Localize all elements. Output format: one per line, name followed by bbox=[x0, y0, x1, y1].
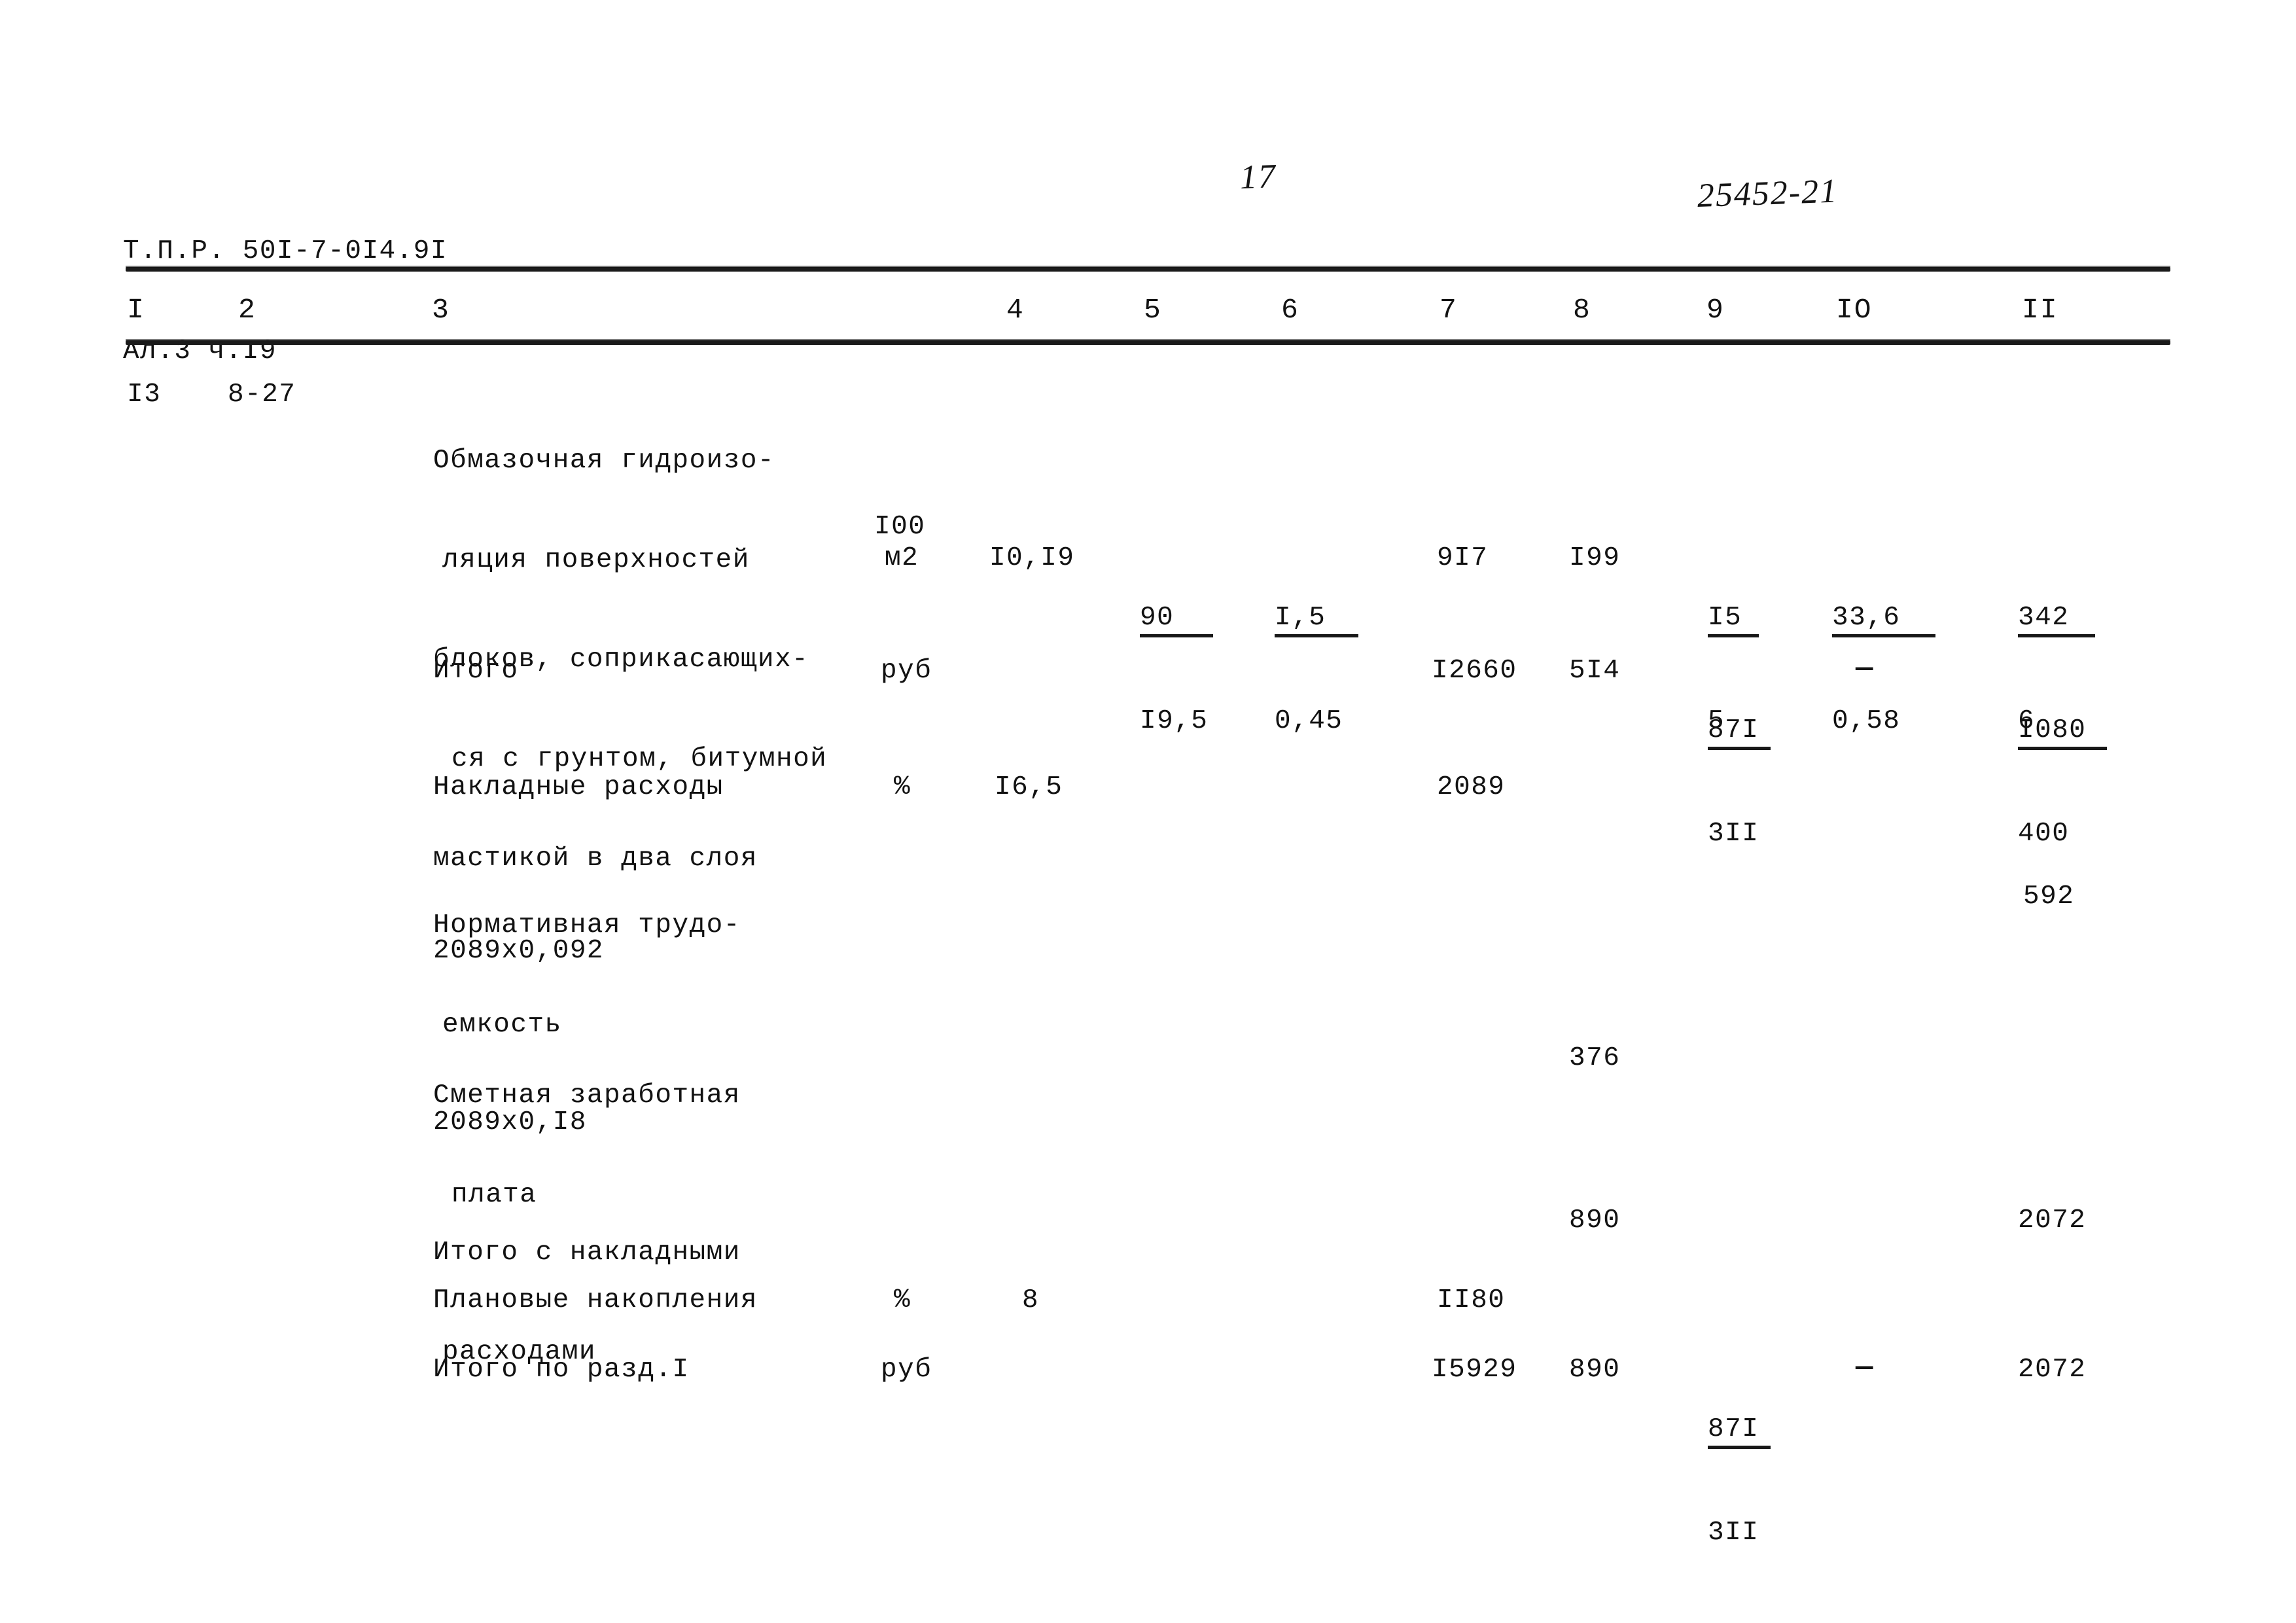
row-col8-value: I99 bbox=[1569, 543, 1621, 573]
row-col10-fraction: 33,6 0,58 bbox=[1832, 538, 1935, 802]
total-with-overheads-col8: 890 bbox=[1569, 1205, 1621, 1236]
subtotal-col11-numerator: I080 bbox=[2018, 715, 2107, 751]
column-header-8: 8 bbox=[1573, 294, 1591, 326]
labor-intensity-formula: 2089х0,092 bbox=[433, 936, 605, 966]
section-total-col9-denominator: 3II bbox=[1708, 1518, 1759, 1548]
column-header-2: 2 bbox=[238, 294, 256, 326]
row-col6-fraction: I,5 0,45 bbox=[1275, 538, 1358, 802]
row-col4-value: I0,I9 bbox=[989, 543, 1075, 573]
subtotal-col7: I2660 bbox=[1432, 656, 1517, 686]
overheads-col4: I6,5 bbox=[995, 772, 1063, 802]
col5-numerator: 90 bbox=[1140, 603, 1213, 638]
total-with-overheads-line-1: Итого с накладными bbox=[433, 1238, 741, 1268]
subtotal-col9-fraction: 87I 3II bbox=[1708, 651, 1771, 914]
planned-profit-label: Плановые накопления bbox=[433, 1285, 758, 1315]
section-total-col9-fraction: 87I 3II bbox=[1708, 1349, 1771, 1613]
column-header-6: 6 bbox=[1281, 294, 1299, 326]
scanned-page: Т.П.Р. 50I-7-0I4.9I Ал.3 ч.I9 17 25452-2… bbox=[0, 0, 2296, 1623]
row-item-number: I3 bbox=[127, 380, 162, 410]
section-total-col11: 2072 bbox=[2018, 1355, 2087, 1385]
col10-numerator: 33,6 bbox=[1832, 603, 1935, 638]
planned-profit-unit: % bbox=[894, 1285, 911, 1315]
table-rule-bottom bbox=[126, 339, 2170, 345]
column-header-11: II bbox=[2022, 294, 2058, 326]
section-total-label: Итого по разд.I bbox=[433, 1355, 690, 1385]
col10-denominator: 0,58 bbox=[1832, 706, 1901, 737]
section-total-col10-dash: — bbox=[1856, 1351, 1873, 1384]
overheads-unit: % bbox=[894, 772, 911, 802]
row-unit-top: I00 bbox=[874, 512, 926, 542]
description-line-1: Обмазочная гидроизо- bbox=[433, 446, 775, 476]
col9-numerator: I5 bbox=[1708, 603, 1759, 638]
column-header-9: 9 bbox=[1706, 294, 1725, 326]
subtotal-col9-denominator: 3II bbox=[1708, 819, 1759, 849]
series-line-1: Т.П.Р. 50I-7-0I4.9I bbox=[123, 236, 448, 267]
subtotal-unit: руб bbox=[881, 656, 932, 686]
subtotal-label: Итого bbox=[433, 656, 519, 686]
column-header-7: 7 bbox=[1439, 294, 1458, 326]
subtotal-col8: 5I4 bbox=[1569, 656, 1621, 686]
subtotal-col11-denominator: 400 bbox=[2018, 819, 2070, 849]
column-header-4: 4 bbox=[1006, 294, 1025, 326]
planned-profit-col7: II80 bbox=[1437, 1285, 1506, 1315]
subtotal-col10-dash: — bbox=[1856, 652, 1873, 685]
labor-intensity-col11: 592 bbox=[2023, 882, 2075, 912]
planned-profit-col4: 8 bbox=[1022, 1285, 1040, 1315]
col5-denominator: I9,5 bbox=[1140, 706, 1209, 737]
row-item-code: 8-27 bbox=[228, 380, 296, 410]
overheads-label: Накладные расходы bbox=[433, 772, 724, 802]
col6-numerator: I,5 bbox=[1275, 603, 1358, 638]
col11-numerator: 342 bbox=[2018, 603, 2095, 638]
overheads-col7: 2089 bbox=[1437, 772, 1506, 802]
column-header-3: 3 bbox=[432, 294, 450, 326]
subtotal-col11-fraction: I080 400 bbox=[2018, 651, 2107, 914]
total-with-overheads-col11: 2072 bbox=[2018, 1205, 2087, 1236]
section-total-col9-numerator: 87I bbox=[1708, 1414, 1771, 1450]
estimated-wages-col8: 376 bbox=[1569, 1043, 1621, 1073]
description-line-2: ляция поверхностей bbox=[442, 545, 750, 576]
row-col5-fraction: 90 I9,5 bbox=[1140, 538, 1213, 802]
section-total-col8: 890 bbox=[1569, 1355, 1621, 1385]
column-header-10: IO bbox=[1836, 294, 1873, 326]
handwritten-archive-code: 25452-21 bbox=[1696, 172, 1839, 215]
handwritten-page-number: 17 bbox=[1239, 158, 1277, 197]
column-header-1: I bbox=[127, 294, 145, 326]
row-unit-bottom: м2 bbox=[885, 543, 919, 573]
section-total-unit: руб bbox=[881, 1355, 932, 1385]
estimated-wages-formula: 2089х0,I8 bbox=[433, 1107, 587, 1137]
col6-denominator: 0,45 bbox=[1275, 706, 1343, 737]
table-rule-top bbox=[126, 266, 2170, 272]
column-header-5: 5 bbox=[1144, 294, 1162, 326]
subtotal-col9-numerator: 87I bbox=[1708, 715, 1771, 751]
row-col7-value: 9I7 bbox=[1437, 543, 1489, 573]
section-total-col7: I5929 bbox=[1432, 1355, 1517, 1385]
